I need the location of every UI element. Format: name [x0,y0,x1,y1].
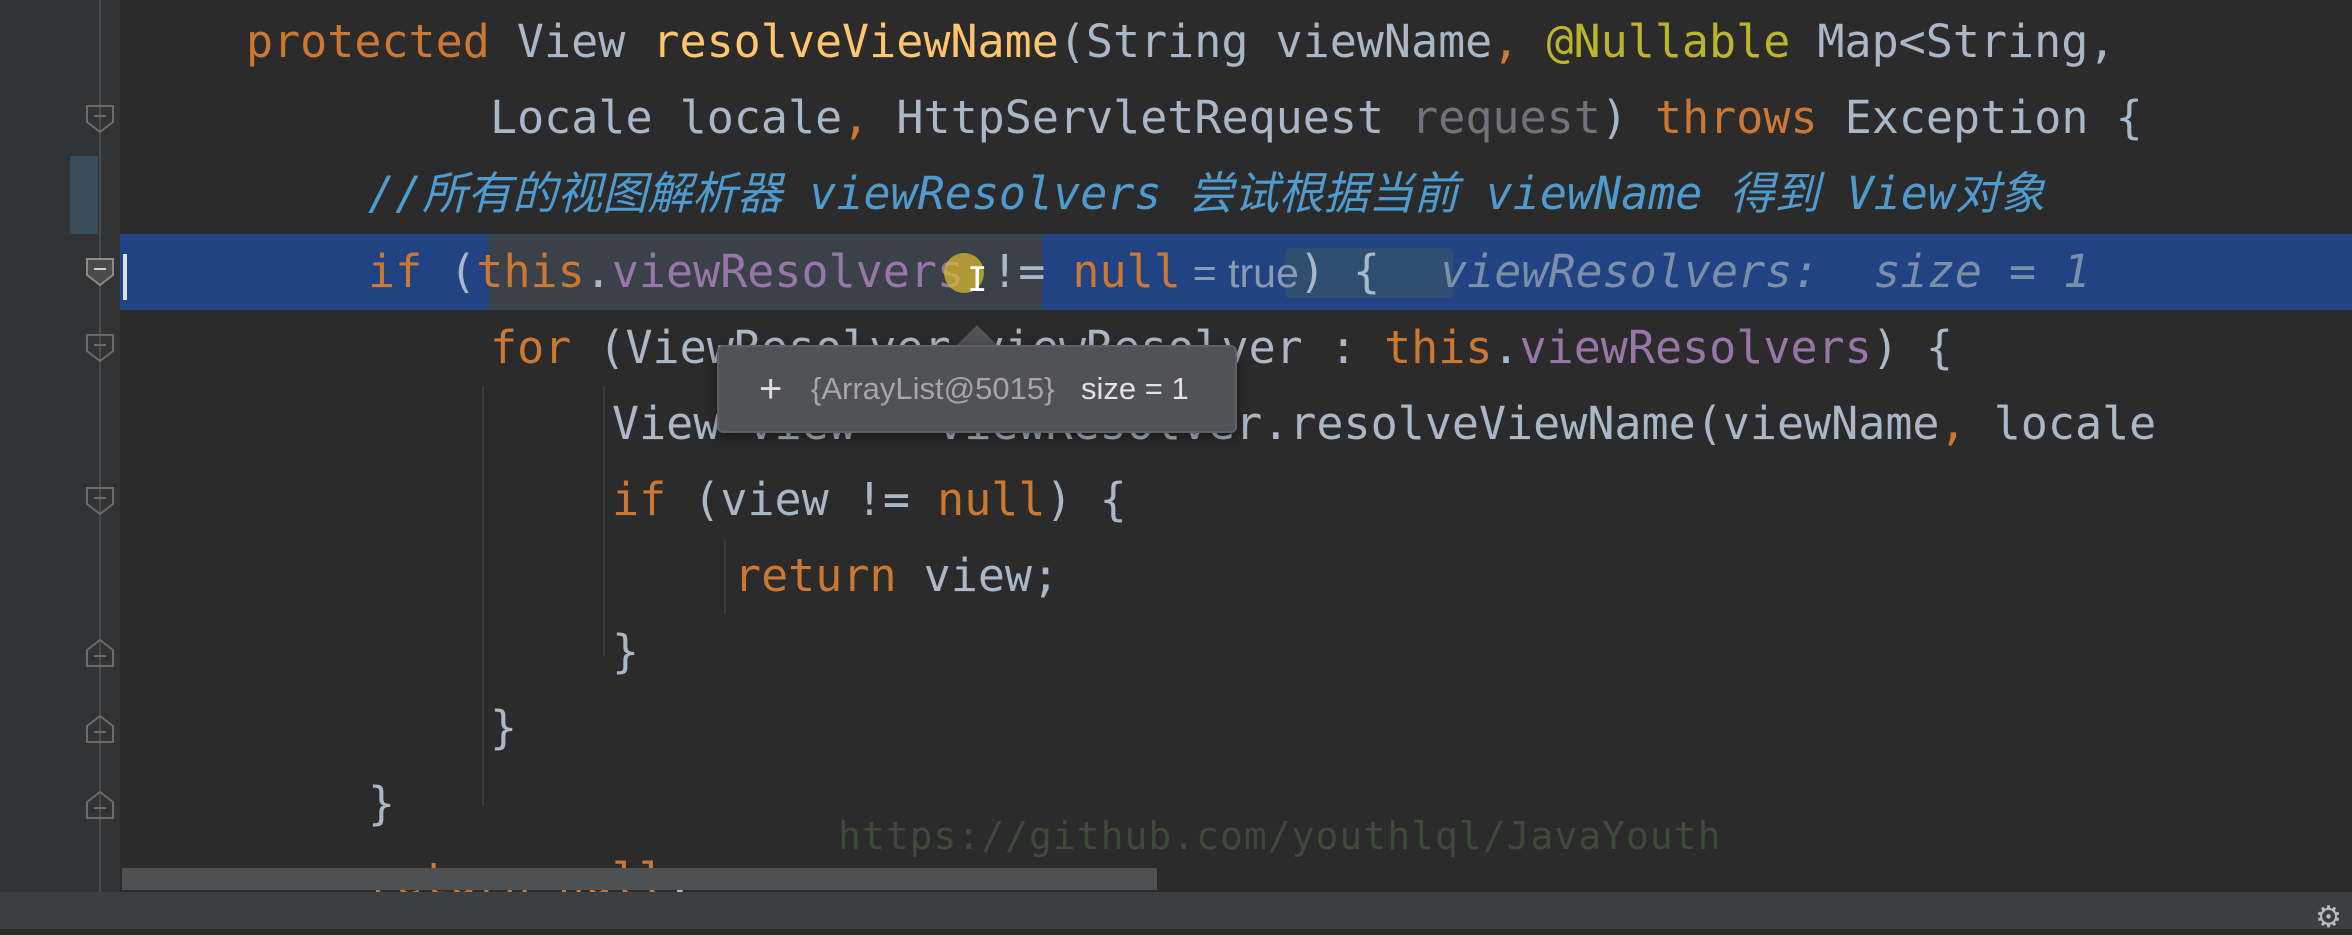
fold-end-icon[interactable] [85,790,115,820]
fold-end-icon[interactable] [85,638,115,668]
code-text: ( [422,245,477,298]
debug-hint: viewResolvers: size = 1 [1440,245,2091,298]
method-name: resolveViewName [652,15,1059,68]
fold-icon[interactable] [85,333,115,363]
annotation: @Nullable [1546,15,1791,68]
ibeam-cursor-icon: I [967,260,988,300]
keyword: if [368,245,423,298]
keyword: if [612,473,667,526]
tooltip-object-id: {ArrayList@5015} [811,371,1055,406]
keyword: return [734,549,897,602]
code-text: ) { [1871,321,1954,374]
code-text: (String viewName [1058,15,1493,68]
fold-icon[interactable] [85,257,115,287]
code-text: (view != [666,473,938,526]
code-text: HttpServletRequest [869,91,1412,144]
keyword: protected [246,15,490,68]
code-line-4[interactable]: if (this.viewResolvers != null = true) {v… [368,234,2090,310]
comma: , [1939,397,1967,450]
code-text: ) [1600,91,1655,144]
watermark: https://github.com/youthlql/JavaYouth [838,814,1722,858]
code-line-10[interactable]: } [490,690,517,766]
code-comment[interactable]: //所有的视图解析器 viewResolvers 尝试根据当前 viewName… [368,156,2045,232]
code-text: View [489,15,653,68]
code-text: Locale locale [490,91,843,144]
inline-debug-value: = true [1192,250,1299,296]
code-text: Exception { [1817,91,2143,144]
indent-guide [724,540,726,614]
code-line-8[interactable]: return view; [734,538,1059,614]
keyword: this [1384,321,1493,374]
code-line-9[interactable]: } [612,614,639,690]
debug-value-tooltip[interactable]: + {ArrayList@5015} size = 1 [717,345,1237,433]
keyword: for [490,321,572,374]
keyword: throws [1655,91,1818,144]
code-line-7[interactable]: if (view != null) { [612,462,1127,538]
field: viewResolvers [1519,321,1872,374]
comma: , [1492,15,1520,68]
change-marker[interactable] [70,156,98,234]
expand-icon[interactable]: + [759,347,782,431]
code-line-11[interactable]: } [368,766,395,842]
unused-param: request [1411,91,1601,144]
code-editor[interactable]: protected View resolveViewName(String vi… [120,0,2352,892]
text-caret [123,254,127,300]
fold-icon[interactable] [85,486,115,516]
code-text: ) { [1045,473,1127,526]
code-text: . [584,245,612,298]
horizontal-scrollbar[interactable] [122,868,1157,890]
gear-icon[interactable]: ⚙ [2315,900,2342,935]
tooltip-size: size = 1 [1081,371,1189,406]
indent-guide [482,386,484,806]
code-text: view; [896,549,1060,602]
code-text: ) { [1298,245,1381,298]
keyword: null [1072,245,1181,298]
fold-end-icon[interactable] [85,714,115,744]
keyword: this [476,245,585,298]
field[interactable]: viewResolvers [612,245,964,298]
indent-guide [603,386,605,656]
comma: , [842,91,870,144]
editor-gutter[interactable] [0,0,120,892]
keyword: null [937,473,1046,526]
code-line-1[interactable]: protected View resolveViewName(String vi… [246,4,2115,80]
tooltip-arrow [955,325,999,347]
status-bar: ⚙ [0,892,2352,935]
code-text: locale [1966,397,2157,450]
code-text: . [1492,321,1520,374]
code-line-2[interactable]: Locale locale, HttpServletRequest reques… [490,80,2143,156]
fold-icon[interactable] [85,104,115,134]
code-text: Map<String, [1790,15,2116,68]
